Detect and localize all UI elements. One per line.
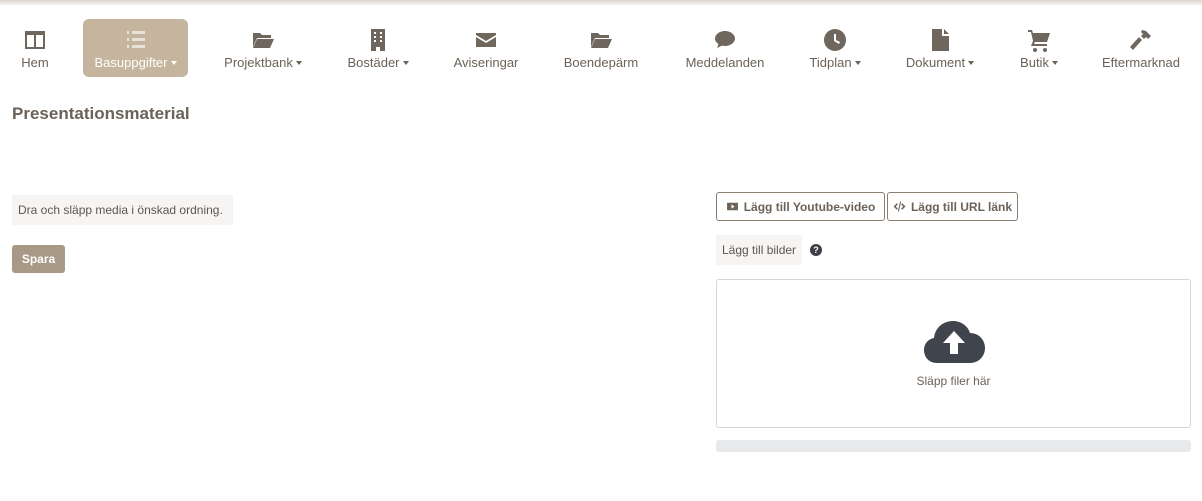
envelope-icon xyxy=(473,27,499,53)
top-shadow xyxy=(0,0,1202,6)
add-url-label: Lägg till URL länk xyxy=(910,199,1013,214)
nav-label-butik: Butik xyxy=(1020,55,1058,70)
nav-label-projektbank: Projektbank xyxy=(224,55,302,70)
nav-item-boendeparm[interactable]: Boendepärm xyxy=(558,19,644,77)
help-glyph: ? xyxy=(813,245,819,255)
nav-item-basuppgifter[interactable]: Basuppgifter xyxy=(83,19,188,77)
nav-item-aviseringar[interactable]: Aviseringar xyxy=(448,19,524,77)
drag-hint: Dra och släpp media i önskad ordning. xyxy=(12,195,233,225)
comment-icon xyxy=(712,27,738,53)
add-images-label: Lägg till bilder xyxy=(716,235,803,265)
nav-item-bostader[interactable]: Bostäder xyxy=(341,19,415,77)
hammer-icon xyxy=(1128,27,1154,53)
nav-item-butik[interactable]: Butik xyxy=(1014,19,1064,77)
nav-item-meddelanden[interactable]: Meddelanden xyxy=(679,19,771,77)
nav-item-eftermarknad[interactable]: Eftermarknad xyxy=(1096,19,1186,77)
nav-label-meddelanden: Meddelanden xyxy=(685,55,765,70)
nav-label-aviseringar: Aviseringar xyxy=(453,55,519,70)
cloud-upload-icon xyxy=(923,319,985,370)
nav-label-tidplan: Tidplan xyxy=(809,55,861,70)
question-circle-icon[interactable]: ? xyxy=(810,244,823,256)
nav-label-dokument: Dokument xyxy=(906,55,975,70)
add-youtube-button[interactable]: Lägg till Youtube-video xyxy=(716,192,885,221)
nav-label-boendeparm: Boendepärm xyxy=(563,55,639,70)
nav-label-bostader: Bostäder xyxy=(347,55,409,70)
nav-item-hem[interactable]: Hem xyxy=(12,19,58,77)
folder-open-icon xyxy=(588,27,614,53)
columns-icon xyxy=(22,27,48,53)
caret-down-icon xyxy=(1051,60,1058,65)
list-icon xyxy=(123,27,149,53)
file-icon xyxy=(927,27,953,53)
file-dropzone[interactable]: Släpp filer här xyxy=(716,279,1191,428)
caret-down-icon xyxy=(854,60,861,65)
folder-open-icon xyxy=(250,27,276,53)
code-icon xyxy=(893,201,906,212)
add-youtube-label: Lägg till Youtube-video xyxy=(743,199,876,214)
nav-label-eftermarknad: Eftermarknad xyxy=(1101,55,1181,70)
nav-item-projektbank[interactable]: Projektbank xyxy=(218,19,308,77)
nav-item-dokument[interactable]: Dokument xyxy=(900,19,980,77)
caret-down-icon xyxy=(295,60,302,65)
save-button[interactable]: Spara xyxy=(12,245,65,273)
building-icon xyxy=(365,27,391,53)
caret-down-icon xyxy=(968,60,975,65)
cart-icon xyxy=(1026,27,1052,53)
main-nav: Hem Basuppgifter Projektbank Bostäder Av… xyxy=(0,14,1202,84)
nav-label-hem: Hem xyxy=(21,55,49,70)
caret-down-icon xyxy=(170,60,177,65)
clock-icon xyxy=(822,27,848,53)
add-url-button[interactable]: Lägg till URL länk xyxy=(887,192,1018,221)
youtube-icon xyxy=(726,202,738,211)
add-images-row: Lägg till bilder ? xyxy=(716,235,823,265)
nav-label-basuppgifter: Basuppgifter xyxy=(95,55,177,70)
drag-hint-text: Dra och släpp media i önskad ordning. xyxy=(18,203,223,217)
caret-down-icon xyxy=(402,60,409,65)
save-button-label: Spara xyxy=(21,252,56,266)
upload-progress-bar xyxy=(716,440,1191,452)
dropzone-text: Släpp filer här xyxy=(916,374,991,388)
page-title: Presentationsmaterial xyxy=(12,104,190,123)
nav-item-tidplan[interactable]: Tidplan xyxy=(804,19,866,77)
